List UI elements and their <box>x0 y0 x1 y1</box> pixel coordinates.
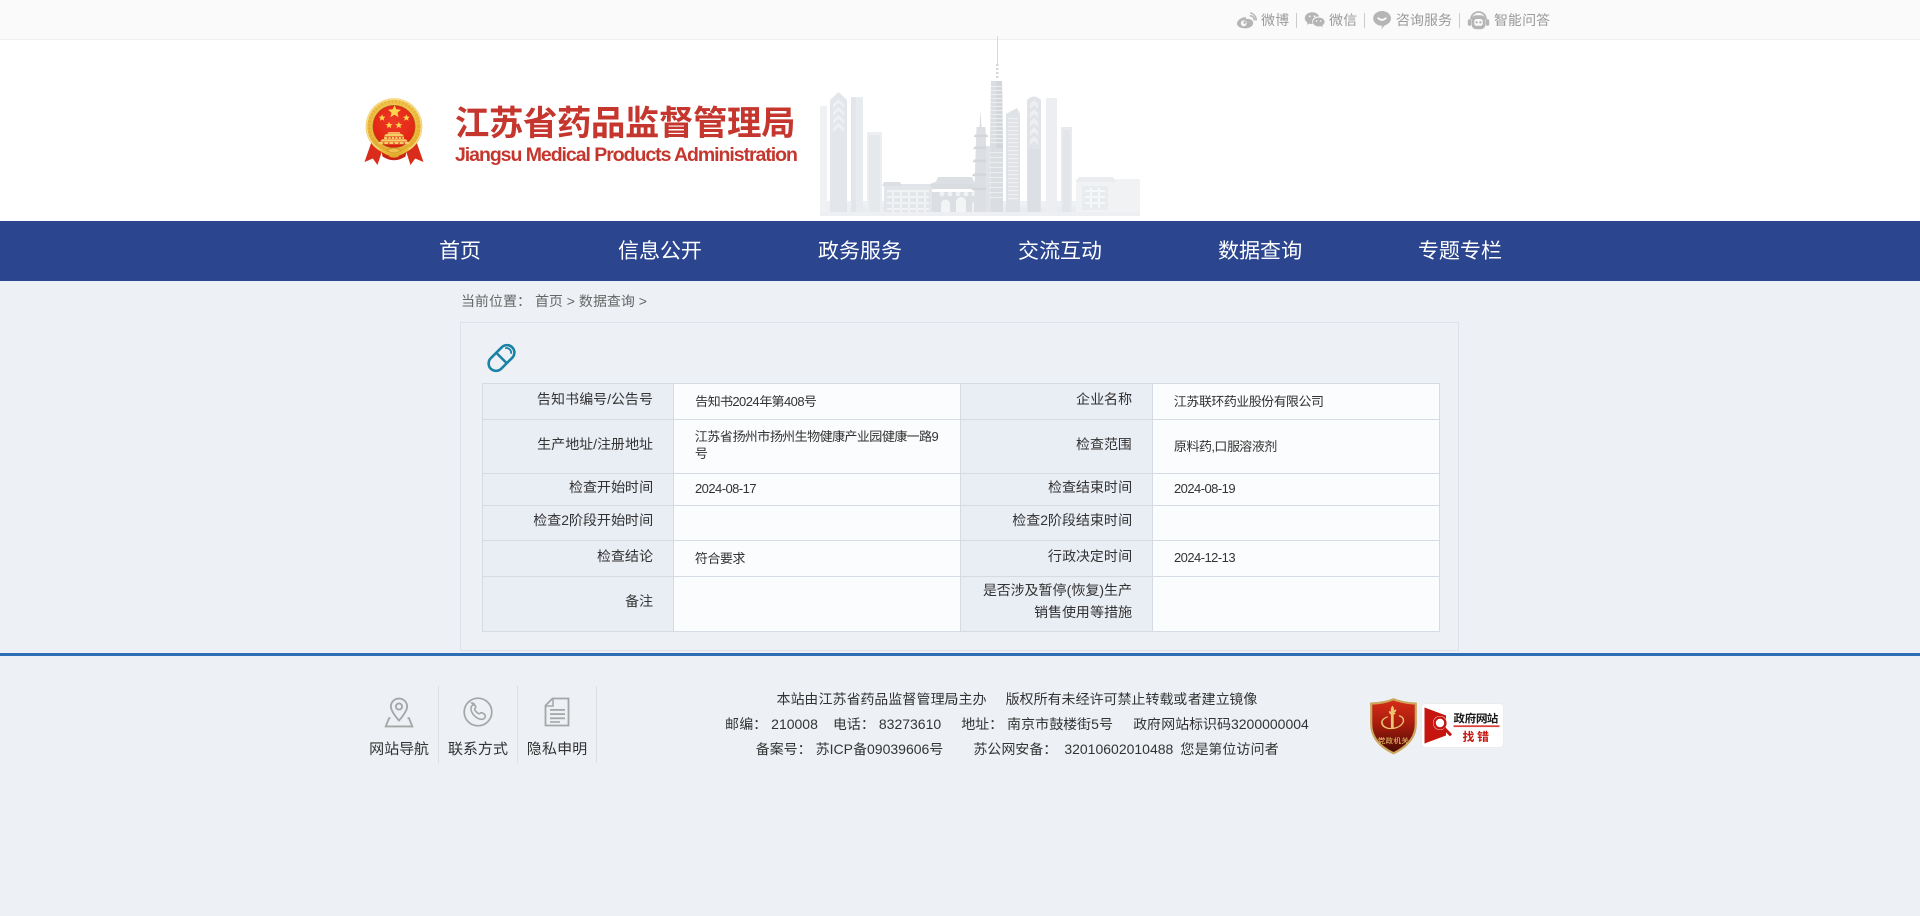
svg-text:党政机关: 党政机关 <box>1378 736 1409 747</box>
svg-text:政府网站: 政府网站 <box>1454 711 1498 727</box>
svg-text:找错: 找错 <box>1463 728 1492 745</box>
